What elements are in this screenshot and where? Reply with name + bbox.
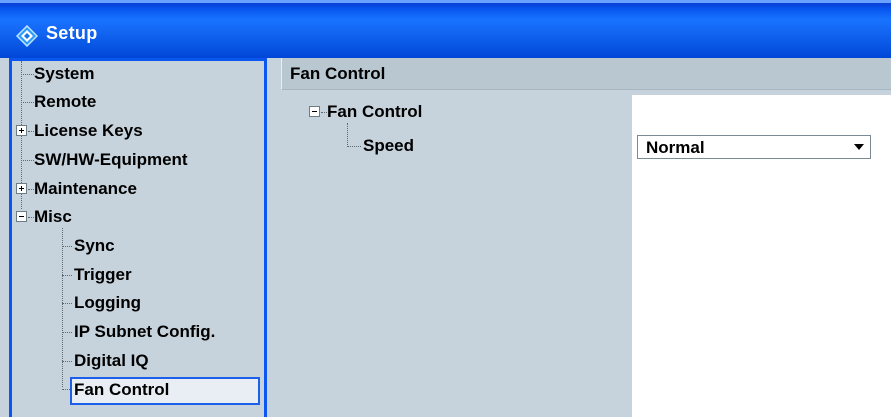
tree-connector bbox=[62, 246, 72, 247]
setup-window: Setup System Remote License Keys SW/HW-E… bbox=[0, 0, 891, 417]
tree-item-ip-subnet-config[interactable]: IP Subnet Config. bbox=[74, 319, 254, 345]
speed-select[interactable]: Normal bbox=[637, 135, 871, 159]
tree-item-label: Maintenance bbox=[34, 179, 137, 198]
tree-item-label: Trigger bbox=[74, 265, 132, 284]
tree-connector bbox=[21, 102, 34, 103]
tree-connector bbox=[62, 303, 72, 304]
tree-item-maintenance[interactable]: Maintenance bbox=[34, 176, 254, 202]
settings-group-fan-control[interactable]: Fan Control bbox=[327, 99, 567, 125]
setup-tree: System Remote License Keys SW/HW-Equipme… bbox=[12, 61, 264, 417]
chevron-down-icon[interactable] bbox=[849, 137, 869, 157]
tree-guide-line bbox=[347, 123, 348, 147]
settings-param-speed: Speed bbox=[363, 133, 563, 159]
tree-connector bbox=[21, 160, 34, 161]
panel-splitter[interactable] bbox=[267, 58, 281, 417]
settings-panel: Fan Control Fan Control Speed Normal bbox=[281, 58, 891, 417]
tree-item-label: System bbox=[34, 64, 95, 83]
speed-select-value: Normal bbox=[646, 138, 705, 157]
tree-item-logging[interactable]: Logging bbox=[74, 290, 254, 316]
tree-item-remote[interactable]: Remote bbox=[34, 89, 254, 115]
panel-header-title: Fan Control bbox=[290, 64, 386, 83]
tree-item-license-keys[interactable]: License Keys bbox=[34, 118, 254, 144]
window-title: Setup bbox=[46, 23, 98, 43]
speed-label: Speed bbox=[363, 136, 415, 155]
tree-item-label: Logging bbox=[74, 293, 142, 312]
expand-icon[interactable] bbox=[16, 125, 27, 136]
collapse-icon[interactable] bbox=[309, 106, 320, 117]
tree-item-misc[interactable]: Misc bbox=[34, 204, 254, 230]
title-bar[interactable]: Setup bbox=[0, 0, 891, 58]
tree-item-label: Digital IQ bbox=[74, 351, 149, 370]
tree-item-label: SW/HW-Equipment bbox=[34, 150, 188, 169]
tree-item-label: Sync bbox=[74, 236, 115, 255]
collapse-icon[interactable] bbox=[16, 211, 27, 222]
tree-guide-line bbox=[62, 228, 63, 387]
tree-item-digital-iq[interactable]: Digital IQ bbox=[74, 348, 254, 374]
panel-header: Fan Control bbox=[281, 58, 891, 90]
tree-item-label: Misc bbox=[34, 207, 72, 226]
tree-item-label: IP Subnet Config. bbox=[74, 322, 216, 341]
tree-item-label: Fan Control bbox=[74, 380, 170, 399]
tree-item-fan-control[interactable]: Fan Control bbox=[74, 377, 254, 403]
tree-item-sw-hw-equipment[interactable]: SW/HW-Equipment bbox=[34, 147, 254, 173]
tree-item-label: Remote bbox=[34, 92, 97, 111]
tree-item-trigger[interactable]: Trigger bbox=[74, 262, 254, 288]
settings-group-label: Fan Control bbox=[327, 102, 423, 121]
setup-tree-panel: System Remote License Keys SW/HW-Equipme… bbox=[9, 58, 267, 417]
tree-item-sync[interactable]: Sync bbox=[74, 233, 254, 259]
tree-connector bbox=[62, 275, 72, 276]
tree-connector bbox=[21, 74, 34, 75]
rs-diamond-icon bbox=[16, 25, 38, 47]
tree-connector bbox=[62, 332, 72, 333]
tree-connector bbox=[62, 361, 72, 362]
tree-connector bbox=[347, 146, 361, 147]
tree-item-label: License Keys bbox=[34, 121, 143, 140]
expand-icon[interactable] bbox=[16, 183, 27, 194]
settings-tree: Fan Control Speed bbox=[281, 91, 631, 417]
tree-item-system[interactable]: System bbox=[34, 61, 254, 87]
